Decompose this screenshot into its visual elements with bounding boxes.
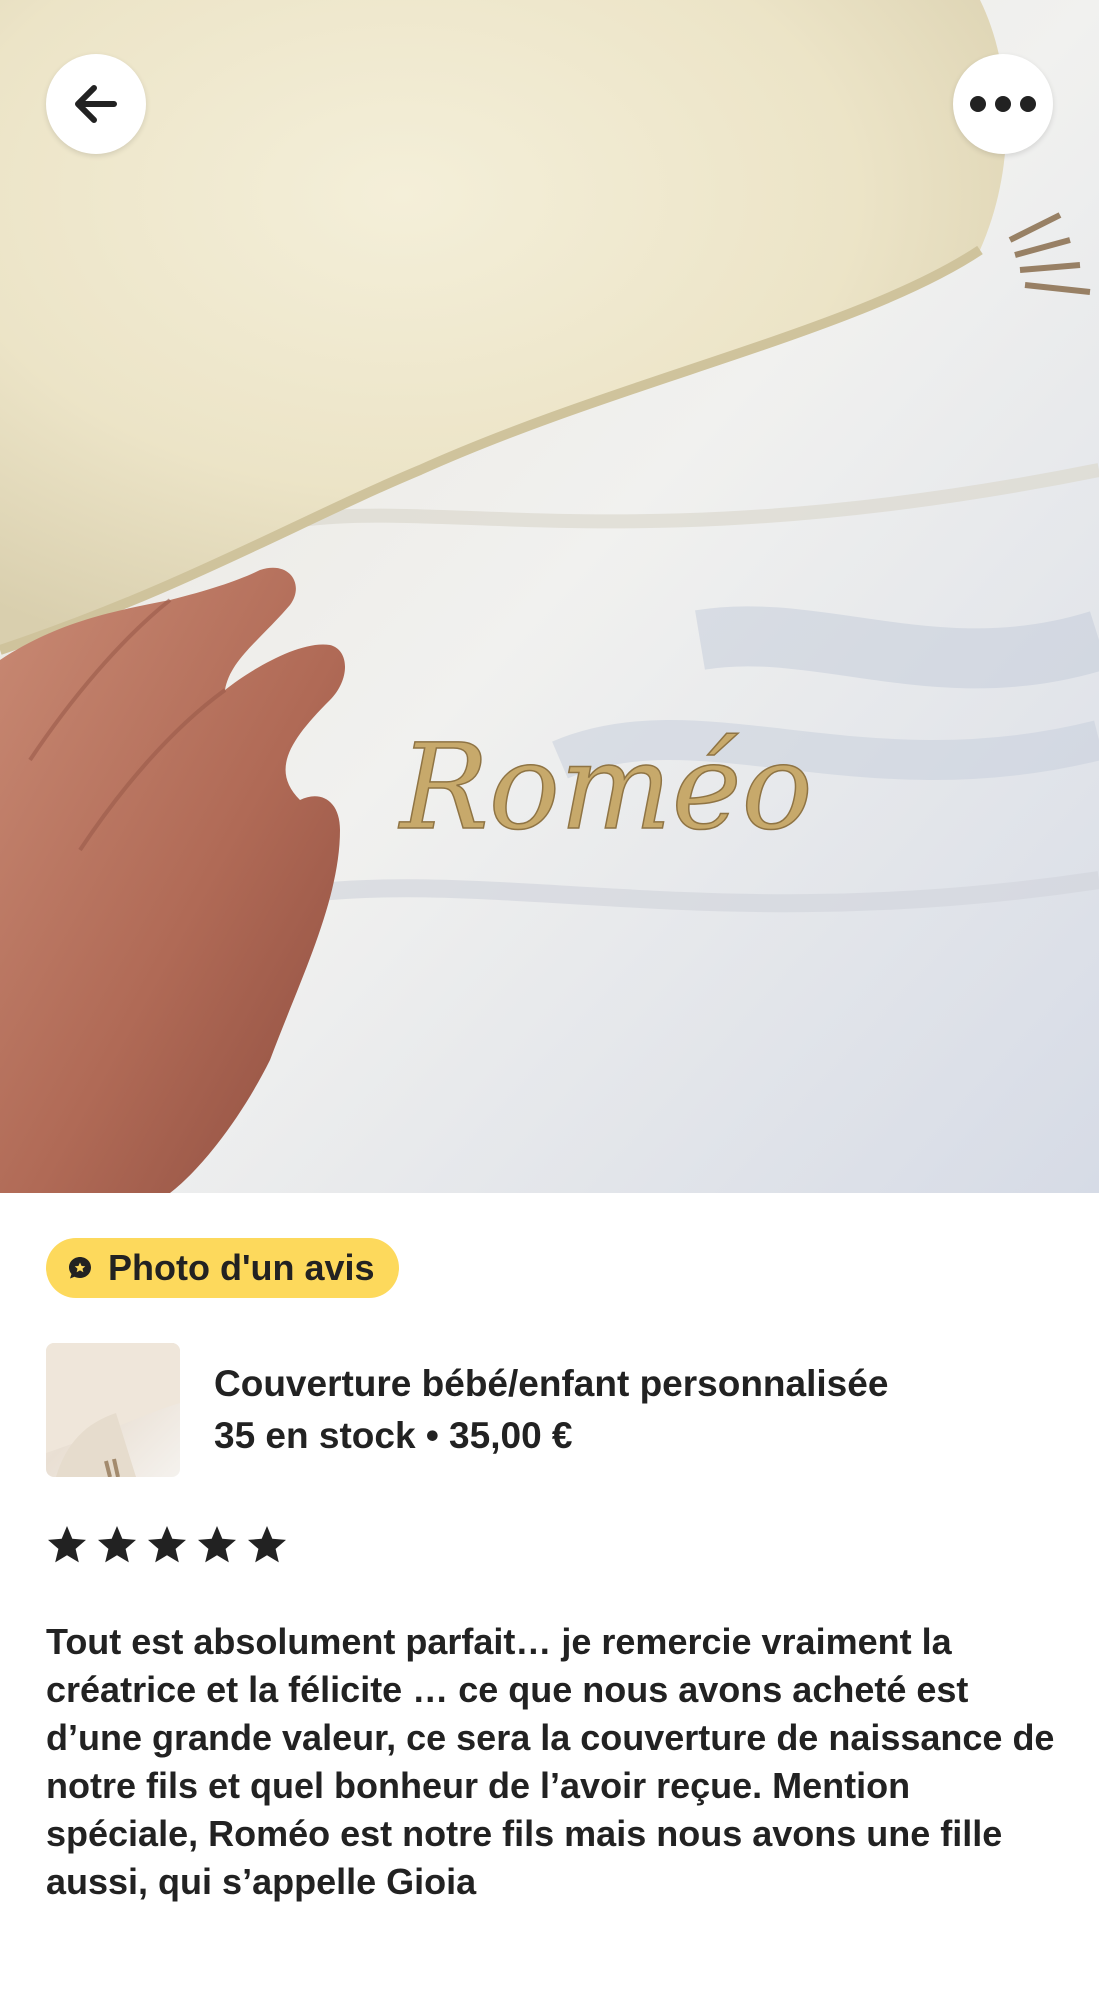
star-icon xyxy=(248,1526,286,1563)
star-icon xyxy=(198,1526,236,1563)
back-button[interactable] xyxy=(46,54,146,154)
product-thumbnail xyxy=(46,1343,180,1477)
star-rating xyxy=(46,1524,288,1566)
arrow-left-icon xyxy=(75,85,117,123)
star-icon xyxy=(98,1526,136,1563)
review-bubble-icon xyxy=(66,1254,94,1282)
product-title: Couverture bébé/enfant personnalisée xyxy=(214,1363,889,1404)
badge-label: Photo d'un avis xyxy=(108,1247,375,1288)
review-text: Tout est absolument parfait… je remercie… xyxy=(46,1621,1055,1902)
star-icon xyxy=(148,1526,186,1563)
review-photo-badge: Photo d'un avis xyxy=(46,1238,399,1298)
product-link[interactable]: Couverture bébé/enfant personnalisée 35 … xyxy=(46,1342,1056,1478)
product-stock-price: 35 en stock • 35,00 € xyxy=(214,1415,573,1456)
embroidered-name: Roméo xyxy=(398,718,813,856)
star-icon xyxy=(48,1526,86,1563)
blanket-photo-illustration: Roméo xyxy=(0,0,1099,1193)
more-options-button[interactable] xyxy=(953,54,1053,154)
review-photo[interactable]: Roméo xyxy=(0,0,1099,1193)
more-horizontal-icon xyxy=(970,96,1036,112)
